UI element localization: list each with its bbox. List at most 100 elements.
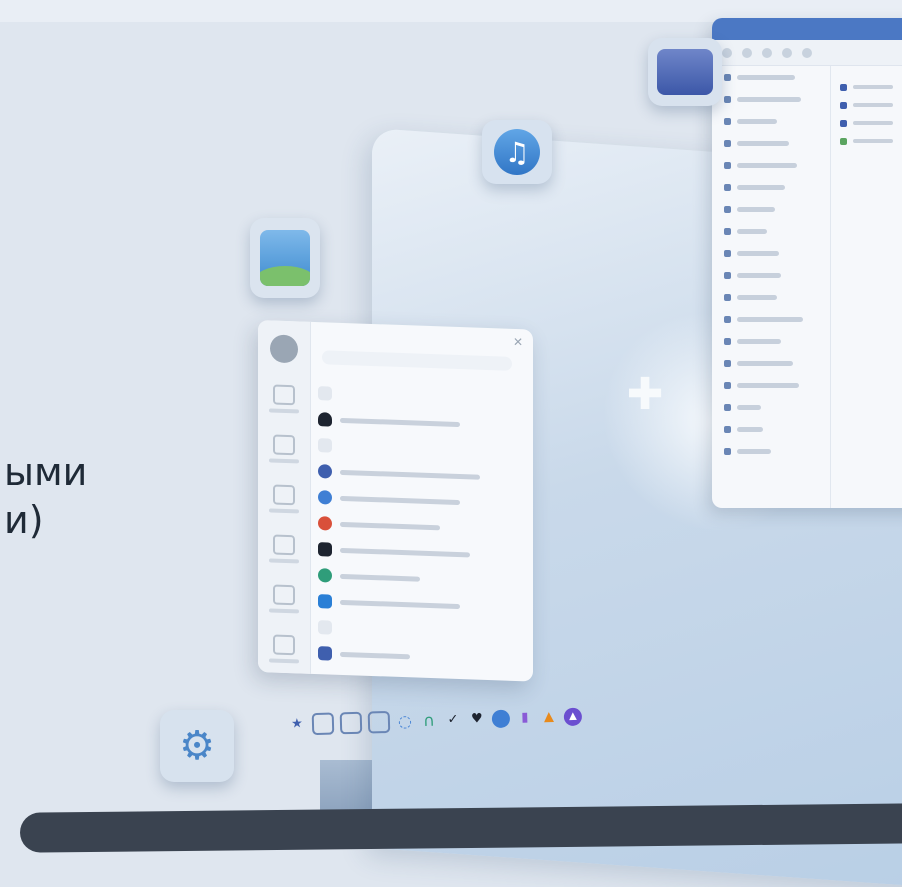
folder-icon (724, 315, 731, 323)
file-row[interactable] (840, 132, 902, 150)
app-label (340, 599, 460, 609)
sidebar-item-label (737, 272, 781, 278)
sidebar-item-label (737, 382, 799, 388)
headphones-icon[interactable]: ∩ (420, 711, 438, 730)
sidebar-item-label (737, 74, 795, 80)
folder-icon (724, 139, 731, 147)
file-list (840, 78, 902, 150)
app-label (340, 573, 420, 582)
folder-icon (724, 381, 731, 389)
sidebar-item[interactable] (712, 198, 830, 220)
sidebar-item[interactable] (712, 396, 830, 418)
sidebar-item[interactable] (712, 264, 830, 286)
gear-icon: ⚙ (179, 723, 215, 769)
folder-icon[interactable] (339, 711, 363, 735)
image-viewer-icon[interactable] (250, 218, 320, 298)
sidebar-item[interactable] (712, 440, 830, 462)
sidebar-item[interactable] (712, 330, 830, 352)
folder-icon (724, 227, 731, 235)
sidebar-item-label (737, 140, 789, 146)
heart-icon[interactable]: ♥ (468, 710, 486, 728)
sidebar-item[interactable] (712, 242, 830, 264)
home-icon[interactable] (273, 434, 295, 456)
gamepad-icon[interactable]: ▮ (516, 709, 534, 727)
file-name (853, 139, 893, 143)
sidebar-item-label (737, 118, 777, 124)
file-row[interactable] (840, 114, 902, 132)
keyboard-app-icon (318, 594, 332, 609)
power-icon[interactable] (273, 634, 295, 656)
sidebar-item[interactable] (712, 176, 830, 198)
folder-icon[interactable] (648, 38, 722, 106)
app-list (318, 380, 523, 673)
forward-icon[interactable] (742, 48, 752, 58)
file-manager-sidebar (712, 66, 831, 508)
folder-icon (724, 73, 731, 81)
document-icon[interactable] (367, 710, 391, 734)
sidebar-label (269, 508, 299, 514)
sidebar-item[interactable] (712, 352, 830, 374)
sidebar-item[interactable] (712, 132, 830, 154)
sidebar-item[interactable] (712, 110, 830, 132)
sidebar-label (269, 408, 299, 414)
file-manager-titlebar[interactable] (712, 18, 902, 40)
sidebar-item[interactable] (712, 418, 830, 440)
folder-icon (724, 447, 731, 455)
sidebar-item[interactable] (712, 308, 830, 330)
star-icon[interactable]: ★ (288, 715, 306, 733)
folder-icon (724, 293, 731, 301)
assistant-icon[interactable]: ▲ (563, 707, 583, 727)
sidebar-item[interactable] (712, 374, 830, 396)
sidebar-item-label (737, 426, 763, 432)
sidebar-item-label (737, 184, 785, 190)
back-icon[interactable] (722, 48, 732, 58)
search-input[interactable] (322, 350, 512, 371)
start-menu-window[interactable]: ✕ (258, 320, 533, 682)
settings-icon[interactable] (273, 584, 295, 606)
avatar[interactable] (270, 334, 298, 364)
sidebar-item[interactable] (712, 154, 830, 176)
app-label (340, 521, 440, 530)
sidebar-label (269, 658, 299, 664)
file-name (853, 121, 893, 125)
browser-icon[interactable] (491, 709, 511, 729)
clock-icon[interactable] (273, 534, 295, 556)
browser-app-icon (318, 464, 332, 479)
app-icon (318, 386, 332, 401)
folder-icon (840, 101, 847, 109)
music-icon[interactable]: ♫ (482, 120, 552, 184)
app-icon (318, 438, 332, 453)
folder-icon (840, 83, 847, 91)
sidebar-item-label (737, 448, 771, 454)
sidebar-item-label (737, 338, 781, 344)
bird-icon[interactable]: ✓ (444, 711, 462, 729)
headline-line-1: ыми (4, 450, 88, 494)
os-logo-icon: ✚ (626, 369, 664, 420)
app-label (340, 417, 460, 427)
file-icon (840, 137, 847, 145)
refresh-icon[interactable] (782, 48, 792, 58)
sidebar-item[interactable] (712, 286, 830, 308)
file-manager-window[interactable] (712, 18, 902, 508)
file-row[interactable] (840, 96, 902, 114)
sidebar-item-label (737, 228, 767, 234)
app-label (340, 547, 470, 557)
vlc-icon[interactable]: ▲ (540, 708, 558, 726)
monitor-icon[interactable] (273, 484, 295, 506)
folder-icon (724, 271, 731, 279)
settings-icon[interactable]: ⚙ (160, 710, 234, 782)
up-icon[interactable] (762, 48, 772, 58)
sidebar-label (269, 608, 299, 614)
apps-icon[interactable] (273, 384, 295, 406)
sidebar-item[interactable] (712, 220, 830, 242)
close-icon[interactable]: ✕ (513, 335, 523, 349)
file-row[interactable] (840, 78, 902, 96)
refresh-icon[interactable]: ◌ (396, 711, 414, 730)
sidebar-item[interactable] (712, 88, 830, 110)
copy-icon[interactable] (311, 712, 335, 736)
search-icon[interactable] (802, 48, 812, 58)
bird-app-icon (318, 412, 332, 427)
browser-app-icon (318, 490, 332, 505)
app-label (340, 495, 460, 505)
sidebar-item[interactable] (712, 66, 830, 88)
